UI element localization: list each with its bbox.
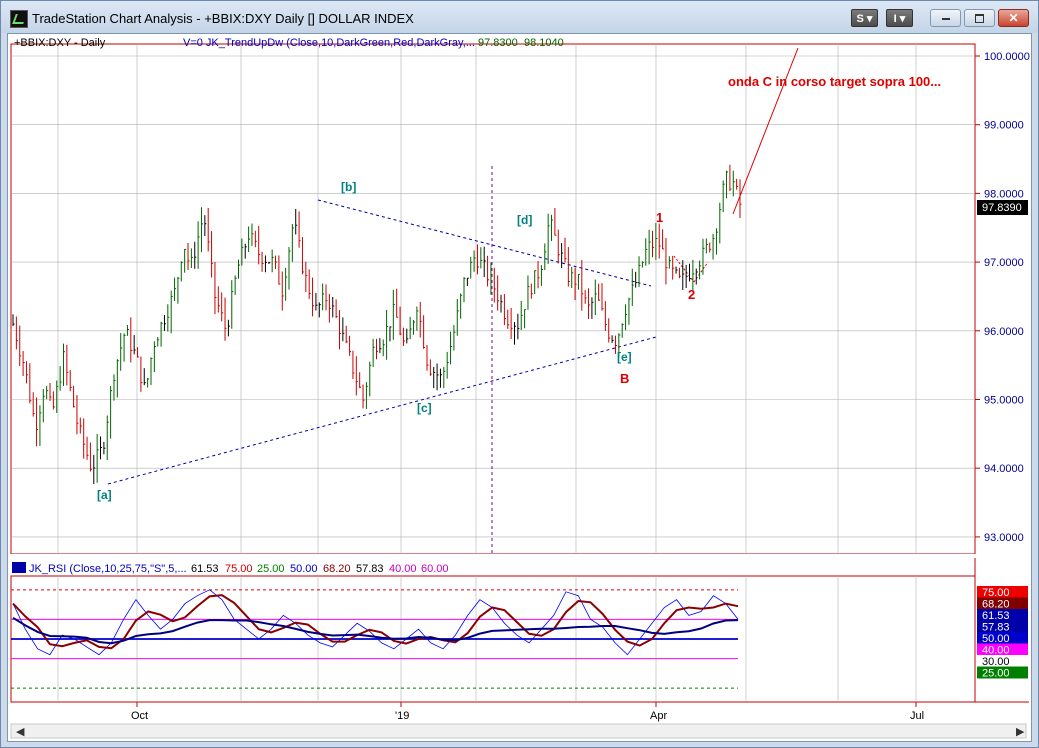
- chart-window: TradeStation Chart Analysis - +BBIX:DXY …: [0, 0, 1039, 748]
- symbol-label: +BBIX:DXY - Daily: [14, 37, 106, 49]
- panel-gap: [8, 554, 1031, 558]
- wave-c-annotation: onda C in corso target sopra 100...: [728, 74, 941, 89]
- rsi-value: 40.00: [389, 563, 417, 575]
- wave-label-e: [e]: [617, 350, 632, 364]
- rsi-values: 61.53 75.00 25.00 50.00 68.20 57.83 40.00 60.00: [191, 563, 449, 575]
- rsi-axis-tag-text: 75.00: [982, 587, 1010, 599]
- price-panel-frame: [10, 43, 976, 555]
- wave-label-big-b: B: [620, 371, 629, 386]
- rsi-indicator-icon: [12, 562, 26, 573]
- indicator-value-2: 98.1040: [524, 37, 564, 49]
- rsi-label: JK_RSI (Close,10,25,75,"S",5,...: [29, 563, 187, 575]
- tradestation-app-icon: [10, 10, 28, 28]
- rsi-axis-tag-text: 68.20: [982, 599, 1010, 611]
- rsi-value: 57.83: [356, 563, 384, 575]
- rsi-axis-tags: 75.0068.2061.5357.8350.0040.0030.0025.00: [977, 586, 1028, 680]
- time-axis-label: Apr: [650, 710, 667, 722]
- rsi-axis-tag-text: 50.00: [982, 633, 1010, 645]
- wave-label-d: [d]: [517, 213, 532, 227]
- window-title: TradeStation Chart Analysis - +BBIX:DXY …: [32, 11, 414, 26]
- minimize-button[interactable]: [930, 9, 961, 27]
- rsi-value: 60.00: [421, 563, 449, 575]
- indicator-label: V=0 JK_TrendUpDw (Close,10,DarkGreen,Red…: [183, 37, 475, 49]
- time-axis-label: Oct: [131, 710, 148, 722]
- wave-label-1: 1: [656, 210, 663, 225]
- i-menu-button[interactable]: I ▾: [886, 9, 913, 27]
- rsi-axis-tag-text: 61.53: [982, 610, 1010, 622]
- lower-triangle-trendline: [107, 336, 657, 485]
- restore-icon: [975, 14, 984, 24]
- wave-label-b: [b]: [341, 180, 356, 194]
- time-axis: Oct '19 Apr Jul: [131, 702, 924, 722]
- indicator-value-1: 97.8300: [478, 37, 518, 49]
- rsi-value: 75.00: [225, 563, 253, 575]
- price-grid: [11, 44, 975, 554]
- time-axis-label: '19: [395, 710, 409, 722]
- wave-label-2: 2: [688, 287, 695, 302]
- close-button[interactable]: ✕: [998, 9, 1029, 27]
- price-axis: 100.0000 99.0000 98.0000 97.0000 96.0000 95.0…: [975, 51, 1030, 544]
- wave-c-target-line: [732, 47, 799, 215]
- price-axis-label: 95.0000: [984, 395, 1024, 407]
- rsi-levels: [11, 589, 738, 689]
- chart-canvas[interactable]: +BBIX:DXY - Daily V=0 JK_TrendUpDw (Clos…: [8, 34, 1031, 741]
- s-menu-button[interactable]: S ▾: [851, 9, 878, 27]
- price-axis-label: 97.0000: [984, 257, 1024, 269]
- rsi-value: 61.53: [191, 563, 219, 575]
- rsi-value: 50.00: [290, 563, 318, 575]
- rsi-axis-tag-text: 40.00: [982, 645, 1010, 657]
- price-axis-label: 99.0000: [984, 120, 1024, 132]
- rsi-line: [12, 589, 739, 656]
- wave-label-a: [a]: [97, 488, 112, 502]
- time-axis-label: Jul: [910, 710, 924, 722]
- last-price-text: 97.8390: [982, 202, 1022, 214]
- price-axis-label: 94.0000: [984, 463, 1024, 475]
- close-icon: ✕: [1008, 11, 1019, 25]
- rsi-axis-tag-text: 30.00: [982, 656, 1010, 668]
- rsi-axis-tag-text: 57.83: [982, 622, 1010, 634]
- price-bars: [12, 164, 742, 485]
- rsi-value: 25.00: [257, 563, 285, 575]
- restore-button[interactable]: [964, 9, 995, 27]
- horizontal-scrollbar[interactable]: [10, 723, 1027, 739]
- price-axis-label: 100.0000: [984, 51, 1030, 63]
- wave-2-connector-a: [673, 255, 695, 283]
- wave-label-c: [c]: [417, 401, 432, 415]
- scroll-left-icon[interactable]: ◀: [16, 726, 25, 738]
- price-axis-label: 98.0000: [984, 188, 1024, 200]
- rsi-value: 68.20: [323, 563, 351, 575]
- rsi-axis-tag-text: 25.00: [982, 668, 1010, 680]
- scroll-right-icon[interactable]: ▶: [1016, 726, 1025, 738]
- minimize-icon: [941, 17, 950, 20]
- price-axis-label: 93.0000: [984, 532, 1024, 544]
- title-bar[interactable]: TradeStation Chart Analysis - +BBIX:DXY …: [1, 1, 1038, 33]
- chart-client-area: +BBIX:DXY - Daily V=0 JK_TrendUpDw (Clos…: [7, 33, 1032, 742]
- price-axis-label: 96.0000: [984, 326, 1024, 338]
